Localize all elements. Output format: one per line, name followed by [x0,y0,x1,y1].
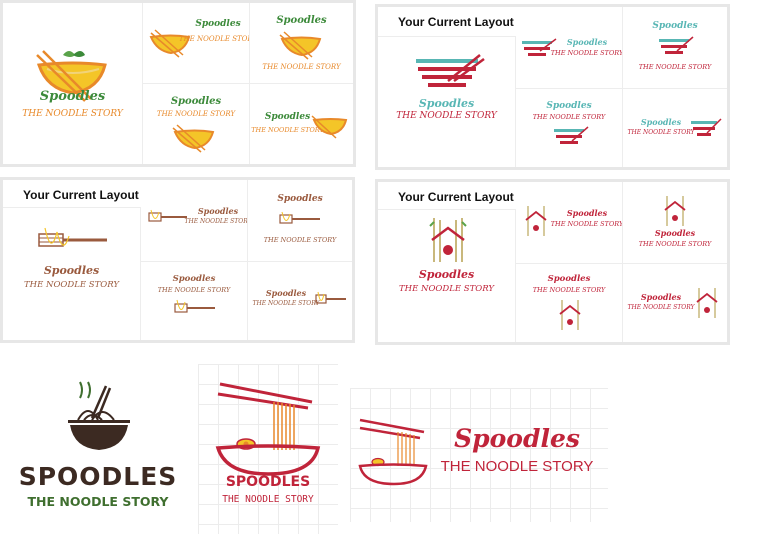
brand-tagline: THE NOODLE STORY [22,109,123,119]
brand-name: Spoodles [277,194,323,204]
noodle-bowl-icon [68,381,130,450]
logo-panel-bowl: Your Current Layout Spoodles THE NOODLE … [375,4,730,170]
layout-main[interactable]: Spoodles THE NOODLE STORY [3,3,143,164]
brand-tagline: THE NOODLE STORY [157,286,231,294]
brand-tagline: THE NOODLE STORY [396,111,497,121]
brand-tagline: THE NOODLE STORY [532,113,606,121]
brand-tagline: THE NOODLE STORY [638,240,712,248]
fork-icon [174,299,215,313]
layout-variant-2[interactable]: Spoodles THE NOODLE STORY [623,7,727,89]
brand-name: Spoodles [546,101,592,111]
bamboo-hut-icon [664,196,686,226]
layout-variant-4[interactable]: Spoodles THE NOODLE STORY [250,84,353,164]
brand-tagline: THE NOODLE STORY [550,220,623,228]
ramen-bowl-icon [358,418,428,486]
bamboo-hut-icon [429,218,467,262]
brand-tagline: THE NOODLE STORY [550,49,623,57]
logo-panel-bamboo: Your Current Layout Spoodles THE NOODLE … [375,179,730,345]
layout-main[interactable]: Spoodles THE NOODLE STORY [378,37,516,167]
current-layout-label: Your Current Layout [3,180,141,208]
brand-name: Spoodles [39,89,106,104]
brand-tagline: THE NOODLE STORY [178,35,250,43]
ramen-bowl-icon [215,382,321,476]
brand-name: Spoodles [170,96,222,107]
layout-variant-3[interactable]: Spoodles THE NOODLE STORY [516,264,623,342]
brand-name: Spoodles [172,274,216,284]
brand-name: Spoodles [654,228,696,238]
layout-variant-1[interactable]: Spoodles THE NOODLE STORY [516,7,623,89]
brand-name: Spoodles [454,424,580,453]
layout-variant-2[interactable]: Spoodles THE NOODLE STORY [250,3,353,84]
layout-variant-1[interactable]: Spoodles THE NOODLE STORY [516,182,623,264]
layout-variant-3[interactable]: Spoodles THE NOODLE STORY [141,262,248,340]
layout-variant-2[interactable]: Spoodles THE NOODLE STORY [248,180,352,262]
brand-tagline: THE NOODLE STORY [638,63,712,71]
layout-main[interactable]: Spoodles THE NOODLE STORY [378,210,516,342]
striped-bowl-icon [416,54,485,87]
layout-variant-2[interactable]: Spoodles THE NOODLE STORY [623,182,727,264]
brand-name: Spoodles [276,15,327,26]
fork-icon [315,291,346,304]
brand-tagline: THE NOODLE STORY [440,458,594,475]
striped-bowl-icon [659,36,694,54]
brand-tagline: THE NOODLE STORY [27,494,169,509]
brand-tagline: THE NOODLE STORY [156,110,236,118]
brand-name: Spoodles [547,274,591,284]
current-layout-label: Your Current Layout [378,182,516,210]
layout-variant-3[interactable]: Spoodles THE NOODLE STORY [143,84,250,164]
brand-tagline: THE NOODLE STORY [262,63,341,71]
brand-tagline: THE NOODLE STORY [532,286,606,294]
logo-ramen-stacked[interactable]: SPOODLES THE NOODLE STORY [198,364,338,534]
brand-name-caps: SPOODLES [18,462,178,491]
fork-icon [279,211,320,224]
current-layout-label: Your Current Layout [378,7,516,37]
layout-main[interactable]: Spoodles THE NOODLE STORY [3,208,141,340]
brand-name: Spoodles [418,97,475,110]
layout-variant-4[interactable]: Spoodles THE NOODLE STORY [248,262,352,340]
brand-tagline: THE NOODLE STORY [263,236,337,244]
brand-tagline: THE NOODLE STORY [24,280,119,290]
layout-variant-3[interactable]: Spoodles THE NOODLE STORY [516,89,623,167]
bamboo-hut-icon [559,300,581,330]
brand-name: Spoodles [197,206,239,216]
layout-variant-4[interactable]: Spoodles THE NOODLE STORY [623,89,727,167]
layout-variant-4[interactable]: Spoodles THE NOODLE STORY [623,264,727,342]
brand-name: Spoodles [566,208,608,218]
layout-variant-1[interactable]: Spoodles THE NOODLE STORY [141,180,248,262]
brand-name: Spoodles [418,268,475,281]
noodle-bowl-icon [311,115,348,139]
fork-icon [38,227,107,247]
brand-name: SPOODLES [225,474,311,490]
noodle-bowl-icon [172,124,215,153]
brand-tagline: THE NOODLE STORY [399,284,494,294]
logo-dark-bowl[interactable]: SPOODLES THE NOODLE STORY [0,366,196,546]
striped-bowl-icon [691,118,722,136]
brand-name: Spoodles [43,264,100,277]
striped-bowl-icon [554,126,589,144]
bamboo-hut-icon [696,288,718,318]
brand-tagline: THE NOODLE STORY [222,494,314,505]
noodle-bowl-icon [279,31,322,60]
brand-name: Spoodles [195,19,241,29]
brand-name: Spoodles [652,21,698,31]
logo-panel-orange: Spoodles THE NOODLE STORY Spoodles THE N… [0,0,356,167]
brand-name: Spoodles [566,37,608,47]
logo-panel-fork: Your Current Layout Spoodles THE NOODLE … [0,177,355,343]
layout-variant-1[interactable]: Spoodles THE NOODLE STORY [143,3,250,84]
logo-ramen-horizontal[interactable]: Spoodles THE NOODLE STORY [350,388,608,522]
brand-tagline: THE NOODLE STORY [184,218,248,225]
